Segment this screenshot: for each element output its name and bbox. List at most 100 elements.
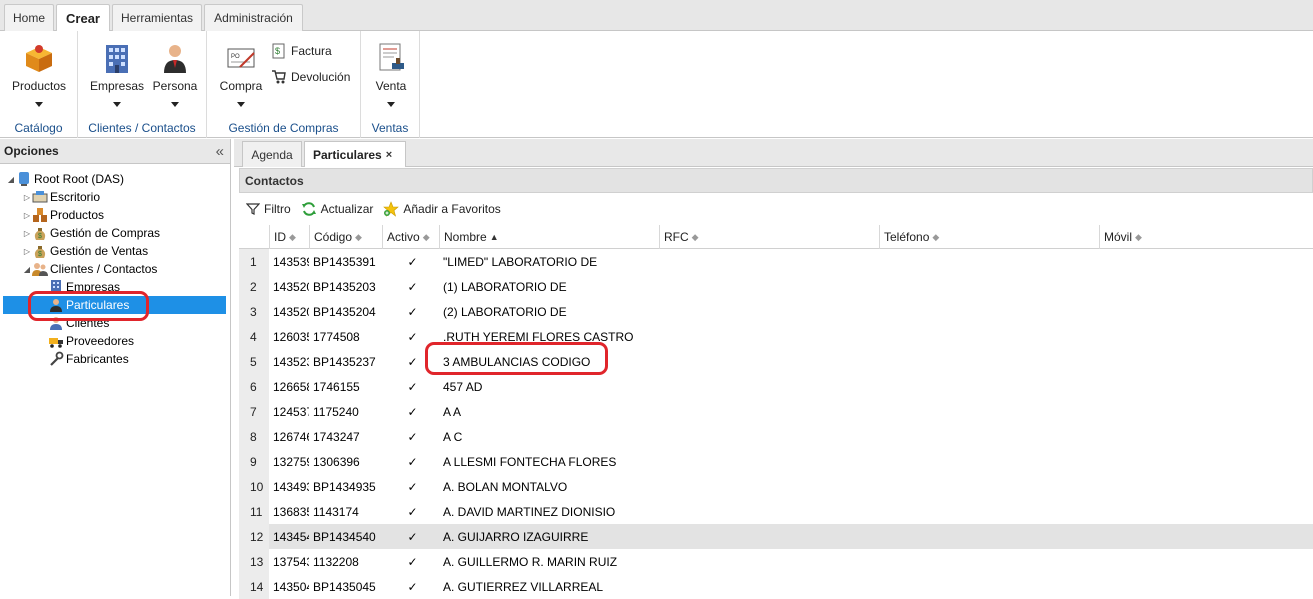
filtro-button[interactable]: Filtro: [246, 202, 291, 216]
devolucion-button[interactable]: Devolución: [271, 69, 350, 85]
options-panel-title: Opciones: [4, 144, 59, 158]
persona-button[interactable]: Persona: [148, 41, 202, 107]
cell-rfc: [659, 299, 879, 324]
compra-button[interactable]: PO Compra: [215, 41, 267, 107]
devolucion-label: Devolución: [291, 70, 351, 84]
sidebar-item-label: Escritorio: [50, 190, 101, 204]
table-row[interactable]: 11 136835 1143174 ✓ A. DAVID MARTINEZ DIONIS…: [239, 499, 1313, 524]
column-header-movil[interactable]: Móvil ◆: [1099, 225, 1313, 249]
grid-header: ID ◆ Código ◆ Activo ◆ Nombre ▲ RFC ◆ Teléfon…: [239, 225, 1313, 249]
productos-button[interactable]: Productos: [6, 41, 72, 107]
expand-arrow-icon[interactable]: ▷: [22, 193, 32, 202]
check-icon: ✓: [407, 504, 418, 519]
menu-tab-administracion[interactable]: Administración: [204, 4, 303, 31]
table-row[interactable]: 1 143539 BP1435391 ✓ "LIMED" LABORATORIO DE: [239, 249, 1313, 274]
menu-tab-home[interactable]: Home: [4, 4, 54, 31]
ribbon-group-ventas: Venta Ventas: [361, 31, 420, 138]
table-row[interactable]: 9 132759 1306396 ✓ A LLESMI FONTECHA FLORES: [239, 449, 1313, 474]
cell-rfc: [659, 249, 879, 274]
venta-button[interactable]: Venta: [367, 41, 415, 107]
table-row[interactable]: 12 143454 BP1434540 ✓ A. GUIJARRO IZAGUIRRE: [239, 524, 1313, 549]
actualizar-button[interactable]: Actualizar: [301, 201, 373, 217]
column-header-id[interactable]: ID ◆: [269, 225, 309, 249]
table-row[interactable]: 10 143493 BP1434935 ✓ A. BOLAN MONTALVO: [239, 474, 1313, 499]
column-header-codigo[interactable]: Código ◆: [309, 225, 382, 249]
cell-telefono: [879, 524, 1099, 549]
tab-agenda[interactable]: Agenda: [242, 141, 302, 167]
collapse-arrow-icon[interactable]: ◢: [22, 265, 32, 274]
sort-icon: ◆: [422, 231, 430, 242]
row-number-cell: 8: [239, 424, 269, 449]
tree-root[interactable]: ◢ Root Root (DAS): [6, 170, 124, 188]
ribbon-group-compras: PO Compra $ Factura Devolución Gestión d…: [207, 31, 361, 138]
check-icon: ✓: [407, 379, 418, 394]
sidebar-item-gestion-ventas[interactable]: ▷ $ Gestión de Ventas: [22, 242, 148, 260]
table-row[interactable]: 7 124537 1175240 ✓ A A: [239, 399, 1313, 424]
ribbon-group-label: Catálogo: [14, 121, 63, 135]
annotation-highlight-row: [425, 342, 608, 375]
sort-ascending-icon: ▲: [489, 232, 499, 242]
column-header-nombre[interactable]: Nombre ▲: [439, 225, 659, 249]
sidebar-item-proveedores[interactable]: Proveedores: [48, 332, 134, 350]
favoritos-button[interactable]: Añadir a Favoritos: [383, 201, 501, 217]
sidebar-item-label: Gestión de Compras: [50, 226, 161, 240]
cell-telefono: [879, 399, 1099, 424]
cell-id: 132759: [273, 454, 309, 469]
cell-id: 126658: [273, 379, 309, 394]
empresas-button[interactable]: Empresas: [86, 41, 148, 107]
cell-id: 137543: [273, 554, 309, 569]
sidebar-item-gestion-compras[interactable]: ▷ $ Gestión de Compras: [22, 224, 160, 242]
sidebar-item-fabricantes[interactable]: Fabricantes: [48, 350, 129, 368]
cell-id: 143504: [273, 579, 309, 594]
column-header-activo[interactable]: Activo ◆: [382, 225, 439, 249]
sidebar-item-productos[interactable]: ▷ Productos: [22, 206, 104, 224]
ribbon-group-label: Ventas: [371, 121, 409, 135]
check-icon: ✓: [407, 404, 418, 419]
column-header-telefono[interactable]: Teléfono ◆: [879, 225, 1099, 249]
row-number-cell: 5: [239, 349, 269, 374]
cell-movil: [1099, 399, 1313, 424]
menu-tab-crear[interactable]: Crear: [56, 4, 110, 32]
factura-button[interactable]: $ Factura: [271, 43, 332, 59]
cell-rfc: [659, 499, 879, 524]
cell-rfc: [659, 324, 879, 349]
table-row[interactable]: 8 126746 1743247 ✓ A C: [239, 424, 1313, 449]
expand-arrow-icon[interactable]: ▷: [22, 229, 32, 238]
cell-nombre: A A: [443, 404, 462, 419]
cell-movil: [1099, 499, 1313, 524]
table-row[interactable]: 3 143520 BP1435204 ✓ (2) LABORATORIO DE: [239, 299, 1313, 324]
chevron-down-icon: [387, 102, 395, 107]
building-icon: [106, 45, 128, 73]
table-row[interactable]: 6 126658 1746155 ✓ 457 AD: [239, 374, 1313, 399]
expand-arrow-icon[interactable]: ▷: [22, 211, 32, 220]
money-bag-icon: $: [34, 246, 46, 258]
cell-codigo: BP1435203: [313, 279, 376, 294]
close-icon[interactable]: ×: [386, 149, 392, 161]
money-bag-icon: $: [34, 228, 46, 240]
check-icon: ✓: [407, 429, 418, 444]
collapse-icon[interactable]: «: [216, 143, 224, 160]
column-header-rfc[interactable]: RFC ◆: [659, 225, 879, 249]
collapse-arrow-icon[interactable]: ◢: [6, 175, 16, 184]
expand-arrow-icon[interactable]: ▷: [22, 247, 32, 256]
table-row[interactable]: 14 143504 BP1435045 ✓ A. GUTIERREZ VILLARREA…: [239, 574, 1313, 599]
cell-movil: [1099, 424, 1313, 449]
cell-movil: [1099, 299, 1313, 324]
table-row[interactable]: 41260351774508✓.RUTH YEREMI FLORES CASTR…: [239, 324, 1313, 349]
menu-tab-herramientas[interactable]: Herramientas: [112, 4, 202, 31]
ribbon-group-catalogo: Productos Catálogo: [0, 31, 78, 138]
truck-icon: [49, 338, 63, 348]
person-icon: [164, 45, 186, 73]
filtro-label: Filtro: [264, 202, 291, 216]
table-row[interactable]: 2 143520 BP1435203 ✓ (1) LABORATORIO DE: [239, 274, 1313, 299]
sort-icon: ◆: [355, 231, 362, 242]
persona-label: Persona: [152, 79, 198, 93]
ribbon-group-label: Clientes / Contactos: [88, 121, 196, 135]
cell-rfc: [659, 549, 879, 574]
sidebar-item-escritorio[interactable]: ▷ Escritorio: [22, 188, 100, 206]
sidebar-item-clientes-contactos[interactable]: ◢ Clientes / Contactos: [22, 260, 157, 278]
table-row[interactable]: 13 137543 1132208 ✓ A. GUILLERMO R. MARIN RU…: [239, 549, 1313, 574]
tab-particulares[interactable]: Particulares ×: [304, 141, 406, 167]
cell-codigo: 1746155: [313, 379, 360, 394]
table-row[interactable]: 5143523BP1435237✓3 AMBULANCIAS CODIGO: [239, 349, 1313, 374]
